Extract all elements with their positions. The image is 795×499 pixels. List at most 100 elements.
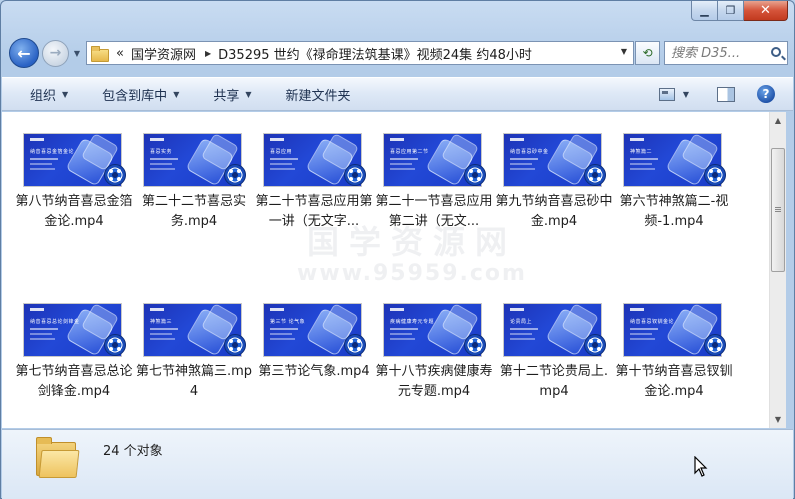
thumbnail-decoration bbox=[30, 138, 44, 141]
thumbnail-decoration bbox=[270, 158, 298, 160]
scroll-down-button[interactable]: ▼ bbox=[770, 411, 786, 428]
thumbnail-decoration bbox=[30, 308, 44, 311]
file-name[interactable]: 第二十节喜忌应用第一讲（无文字... bbox=[254, 192, 374, 232]
thumbnail-decoration bbox=[270, 138, 284, 141]
share-menu[interactable]: 共享 ▼ bbox=[213, 85, 251, 104]
thumbnail-decoration bbox=[270, 168, 295, 170]
file-name[interactable]: 第十节纳音喜忌钗钏金论.mp4 bbox=[614, 362, 734, 402]
thumbnail-decoration bbox=[30, 168, 55, 170]
item-count: 24 个对象 bbox=[103, 444, 163, 459]
thumbnail-decoration bbox=[390, 163, 412, 165]
thumbnail-decoration bbox=[150, 168, 175, 170]
breadcrumb-overflow[interactable]: « bbox=[116, 46, 124, 61]
recent-pages-dropdown[interactable]: ▼ bbox=[71, 49, 83, 58]
thumbnail-decoration bbox=[270, 338, 295, 340]
preview-pane-icon[interactable] bbox=[717, 86, 735, 102]
thumbnail-title: 喜忌实务 bbox=[150, 149, 173, 155]
file-list[interactable]: 国学资源网 www.95959.com 纳音喜忌金箔金论 第八节纳音喜忌金箔金论.… bbox=[2, 112, 769, 428]
thumbnail-title: 喜忌应用第二节 bbox=[390, 149, 429, 155]
back-button[interactable]: ← bbox=[9, 38, 39, 68]
include-in-library-menu[interactable]: 包含到库中 ▼ bbox=[102, 85, 179, 104]
thumbnail-title: 神煞篇三 bbox=[150, 319, 173, 325]
details-pane: 24 个对象 bbox=[2, 429, 793, 499]
thumbnail-title: 疾病健康寿元专题 bbox=[390, 319, 435, 325]
refresh-button[interactable]: ⟲ bbox=[635, 41, 660, 65]
thumbnail-decoration bbox=[270, 163, 292, 165]
thumbnail-decoration bbox=[150, 158, 178, 160]
caption-buttons: ▁ ❐ ✕ bbox=[691, 1, 788, 21]
file-name[interactable]: 第二十二节喜忌实务.mp4 bbox=[134, 192, 254, 232]
chevron-down-icon[interactable]: ▼ bbox=[683, 90, 689, 99]
grip-icon bbox=[775, 207, 781, 208]
maximize-button[interactable]: ❐ bbox=[718, 1, 744, 21]
file-item[interactable]: 神煞篇三第七节神煞篇三.mp4 bbox=[134, 298, 254, 418]
change-view-icon[interactable] bbox=[658, 87, 675, 101]
thumbnail-decoration bbox=[150, 308, 164, 311]
thumbnail-decoration bbox=[390, 333, 412, 335]
scrollbar-thumb[interactable] bbox=[771, 148, 785, 272]
organize-menu[interactable]: 组织 ▼ bbox=[30, 85, 68, 104]
file-name[interactable]: 第十八节疾病健康寿元专题.mp4 bbox=[374, 362, 494, 402]
new-folder-button[interactable]: 新建文件夹 bbox=[286, 85, 351, 104]
film-reel-icon bbox=[224, 164, 246, 186]
thumbnail-title: 神煞篇二 bbox=[630, 149, 653, 155]
thumbnail-decoration bbox=[630, 138, 644, 141]
file-name[interactable]: 第七节纳音喜忌总论剑锋金.mp4 bbox=[14, 362, 134, 402]
chevron-down-icon: ▼ bbox=[173, 89, 180, 99]
search-icon[interactable] bbox=[771, 47, 781, 57]
thumbnail-decoration bbox=[390, 158, 418, 160]
thumbnail-decoration bbox=[150, 138, 164, 141]
file-name[interactable]: 第六节神煞篇二-视频-1.mp4 bbox=[614, 192, 734, 232]
thumbnail-decoration bbox=[630, 328, 658, 330]
minimize-button[interactable]: ▁ bbox=[691, 1, 718, 21]
folder-icon bbox=[91, 46, 109, 62]
thumbnail-decoration bbox=[510, 338, 535, 340]
file-item[interactable]: 纳音喜忌砂中金第九节纳音喜忌砂中金.mp4 bbox=[494, 128, 614, 248]
file-name[interactable]: 第十二节论贵局上.mp4 bbox=[494, 362, 614, 402]
file-name[interactable]: 第三节论气象.mp4 bbox=[254, 362, 374, 382]
thumbnail-decoration bbox=[630, 158, 658, 160]
file-item[interactable]: 论贵局上 第十二节论贵局上.mp4 bbox=[494, 298, 614, 418]
chevron-right-icon[interactable]: ▶ bbox=[205, 49, 211, 58]
thumbnail-decoration bbox=[270, 308, 284, 311]
include-in-library-label: 包含到库中 bbox=[102, 88, 168, 104]
help-icon[interactable]: ? bbox=[757, 85, 775, 103]
scroll-up-button[interactable]: ▲ bbox=[770, 112, 786, 129]
thumbnail-decoration bbox=[630, 333, 652, 335]
breadcrumb-item[interactable]: 国学资源网 bbox=[131, 44, 196, 63]
search-input[interactable] bbox=[671, 45, 746, 61]
file-name[interactable]: 第九节纳音喜忌砂中金.mp4 bbox=[494, 192, 614, 232]
file-item[interactable]: 喜忌应用第二节第二十一节喜忌应用第二讲（无文... bbox=[374, 128, 494, 248]
forward-button[interactable]: → bbox=[42, 39, 69, 67]
file-name[interactable]: 第二十一节喜忌应用第二讲（无文... bbox=[374, 192, 494, 232]
film-reel-icon bbox=[584, 164, 606, 186]
chevron-down-icon[interactable]: ▼ bbox=[621, 47, 627, 56]
folder-icon bbox=[36, 436, 80, 478]
file-item[interactable]: 疾病健康寿元专题第十八节疾病健康寿元专题.mp4 bbox=[374, 298, 494, 418]
thumbnail-decoration bbox=[150, 163, 172, 165]
command-bar: 组织 ▼ 包含到库中 ▼ 共享 ▼ 新建文件夹 ▼ ? bbox=[2, 77, 793, 111]
thumbnail-title: 纳音喜忌砂中金 bbox=[510, 149, 549, 155]
close-button[interactable]: ✕ bbox=[744, 1, 788, 21]
thumbnail-decoration bbox=[30, 338, 55, 340]
search-box[interactable] bbox=[664, 41, 788, 65]
file-item[interactable]: 喜忌实务第二十二节喜忌实务.mp4 bbox=[134, 128, 254, 248]
file-item[interactable]: 纳音喜忌钗钏金论 第十节纳音喜忌钗钏金论.mp4 bbox=[614, 298, 734, 418]
file-name[interactable]: 第八节纳音喜忌金箔金论.mp4 bbox=[14, 192, 134, 232]
thumbnail-decoration bbox=[390, 328, 418, 330]
thumbnail-decoration bbox=[270, 333, 292, 335]
file-item[interactable]: 纳音喜忌总论剑锋金 第七节纳音喜忌总论剑锋金.mp4 bbox=[14, 298, 134, 418]
vertical-scrollbar[interactable]: ▲ ▼ bbox=[769, 112, 786, 428]
thumbnail-decoration bbox=[630, 338, 655, 340]
thumbnail-decoration bbox=[510, 158, 538, 160]
thumbnail-decoration bbox=[630, 163, 652, 165]
file-item[interactable]: 第三节 论气象 第三节论气象.mp4 bbox=[254, 298, 374, 418]
address-bar[interactable]: « 国学资源网 ▶ D35295 世约《禄命理法筑基课》视频24集 约48小时 … bbox=[86, 41, 634, 65]
file-name[interactable]: 第七节神煞篇三.mp4 bbox=[134, 362, 254, 402]
file-item[interactable]: 喜忌应用 第二十节喜忌应用第一讲（无文字... bbox=[254, 128, 374, 248]
thumbnail-decoration bbox=[390, 338, 415, 340]
thumbnail-decoration bbox=[150, 333, 172, 335]
file-item[interactable]: 神煞篇二第六节神煞篇二-视频-1.mp4 bbox=[614, 128, 734, 248]
file-item[interactable]: 纳音喜忌金箔金论 第八节纳音喜忌金箔金论.mp4 bbox=[14, 128, 134, 248]
breadcrumb-item-current[interactable]: D35295 世约《禄命理法筑基课》视频24集 约48小时 bbox=[218, 44, 532, 63]
